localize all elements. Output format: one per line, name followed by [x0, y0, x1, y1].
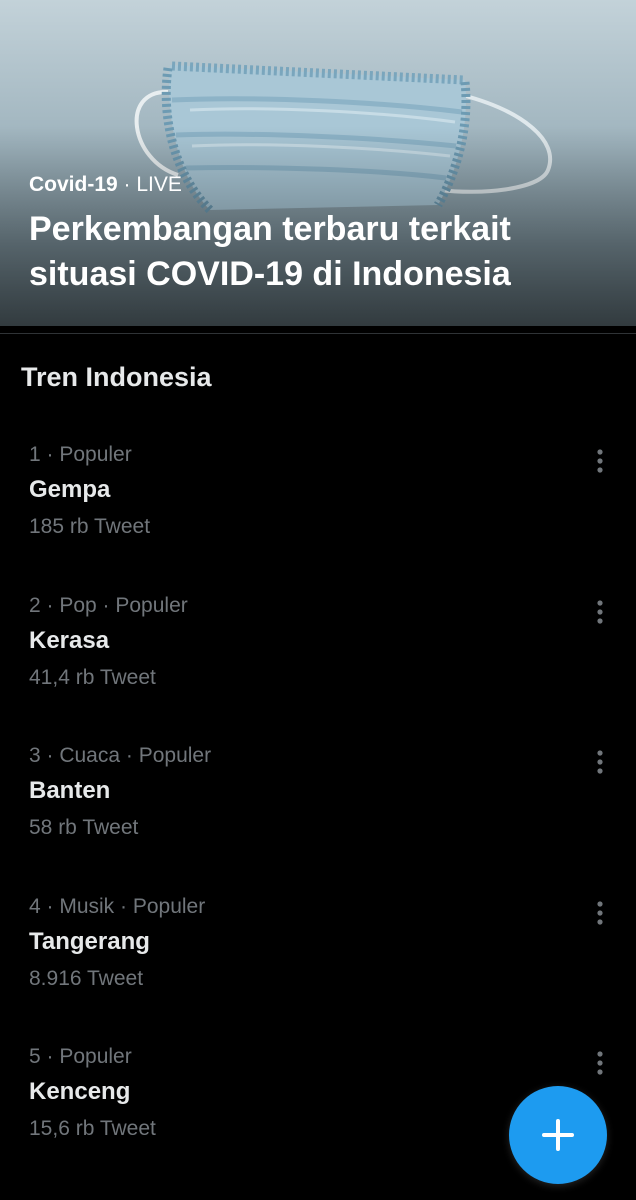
- trend-name: Tangerang: [29, 928, 150, 955]
- trend-tweet-count: 8.916 Tweet: [29, 967, 144, 990]
- trend-meta: 4 · Musik · Populer: [29, 895, 206, 918]
- trend-meta: 1 · Populer: [29, 443, 132, 466]
- trend-tweet-count: 185 rb Tweet: [29, 515, 151, 538]
- more-options-icon[interactable]: [588, 748, 612, 776]
- hero-separator: ·: [117, 173, 137, 196]
- trend-name: Gempa: [29, 476, 111, 503]
- trend-meta: 5 · Populer: [29, 1045, 132, 1068]
- live-label: LIVE: [136, 173, 182, 196]
- trend-meta: 2 · Pop · Populer: [29, 594, 188, 617]
- trend-tweet-count: 41,4 rb Tweet: [29, 666, 156, 689]
- plus-icon: [542, 1119, 574, 1151]
- trend-name: Kerasa: [29, 627, 110, 654]
- trend-item[interactable]: 4 · Musik · Populer Tangerang 8.916 Twee…: [0, 895, 636, 1035]
- more-options-icon[interactable]: [588, 447, 612, 475]
- hero-banner[interactable]: Covid-19 · LIVE Perkembangan terbaru ter…: [0, 0, 636, 326]
- trend-tweet-count: 58 rb Tweet: [29, 816, 139, 839]
- compose-tweet-button[interactable]: [509, 1086, 607, 1184]
- trend-tweet-count: 15,6 rb Tweet: [29, 1117, 156, 1140]
- trend-item[interactable]: 1 · Populer Gempa 185 rb Tweet: [0, 443, 636, 583]
- hero-meta: Covid-19 · LIVE: [29, 173, 182, 197]
- section-title: Tren Indonesia: [21, 362, 212, 392]
- trend-name: Kenceng: [29, 1078, 131, 1105]
- more-options-icon[interactable]: [588, 1049, 612, 1077]
- hero-topic: Covid-19: [29, 173, 118, 196]
- hero-title[interactable]: Perkembangan terbaru terkait situasi COV…: [29, 207, 619, 297]
- trend-meta: 3 · Cuaca · Populer: [29, 744, 212, 767]
- divider: [0, 333, 636, 334]
- trend-item[interactable]: 2 · Pop · Populer Kerasa 41,4 rb Tweet: [0, 594, 636, 734]
- trend-name: Banten: [29, 777, 111, 804]
- more-options-icon[interactable]: [588, 899, 612, 927]
- more-options-icon[interactable]: [588, 598, 612, 626]
- trend-item[interactable]: 3 · Cuaca · Populer Banten 58 rb Tweet: [0, 744, 636, 884]
